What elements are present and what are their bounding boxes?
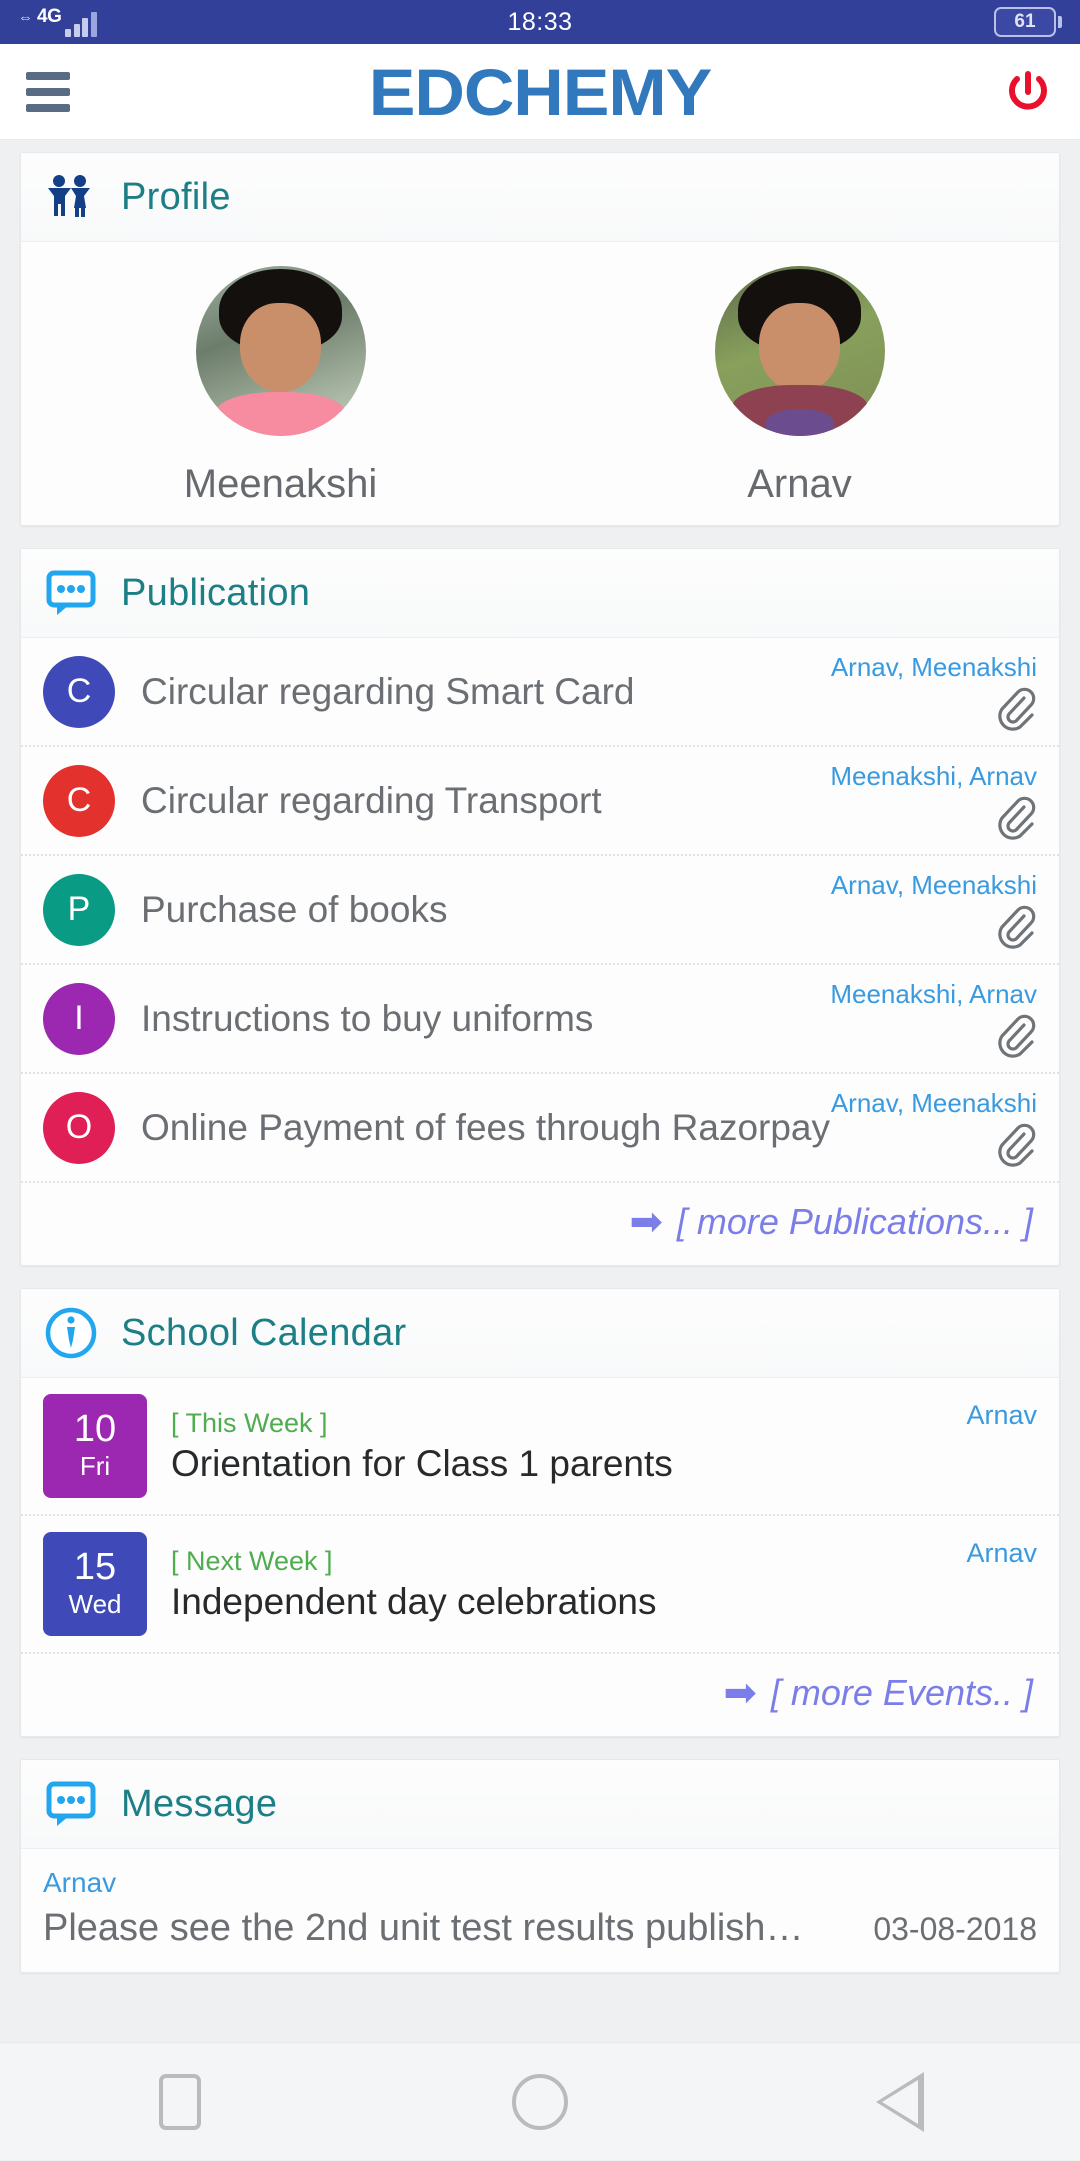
arrow-right-icon: ➡	[723, 1673, 757, 1713]
avatar[interactable]	[715, 266, 885, 436]
calendar-event-info: [ This Week ] Orientation for Class 1 pa…	[171, 1408, 966, 1485]
publication-students: Meenakshi, Arnav	[830, 979, 1037, 1010]
publication-students: Meenakshi, Arnav	[830, 761, 1037, 792]
back-button[interactable]	[840, 2043, 960, 2161]
more-events-label: [ more Events.. ]	[771, 1672, 1033, 1714]
publication-row[interactable]: C Circular regarding Smart Card Arnav, M…	[21, 638, 1059, 747]
android-navigation-bar	[0, 2042, 1080, 2160]
paperclip-icon[interactable]	[991, 903, 1037, 949]
calendar-event-title: Independent day celebrations	[171, 1581, 966, 1623]
publication-title: Circular regarding Transport	[141, 780, 830, 822]
publication-meta: Arnav, Meenakshi	[831, 652, 1037, 731]
message-card-header: Message	[21, 1760, 1059, 1849]
publication-card-header: Publication	[21, 549, 1059, 638]
publication-meta: Arnav, Meenakshi	[831, 870, 1037, 949]
publication-initial-badge: P	[43, 874, 115, 946]
publication-meta: Meenakshi, Arnav	[830, 979, 1037, 1058]
publication-card: Publication C Circular regarding Smart C…	[20, 548, 1060, 1266]
publication-initial-badge: C	[43, 765, 115, 837]
message-line: Please see the 2nd unit test results pub…	[43, 1907, 1037, 1950]
publication-title: Circular regarding Smart Card	[141, 671, 831, 713]
message-text: Please see the 2nd unit test results pub…	[43, 1907, 803, 1950]
publication-meta: Meenakshi, Arnav	[830, 761, 1037, 840]
power-logout-icon[interactable]	[1002, 66, 1054, 118]
publication-row[interactable]: I Instructions to buy uniforms Meenakshi…	[21, 965, 1059, 1074]
calendar-day-of-week: Wed	[69, 1588, 122, 1621]
more-events-row: ➡ [ more Events.. ]	[21, 1654, 1059, 1736]
calendar-week-badge: [ This Week ]	[171, 1408, 966, 1439]
children-group-icon	[43, 169, 99, 225]
paperclip-icon[interactable]	[991, 1121, 1037, 1167]
speech-bubble-icon	[43, 565, 99, 621]
profile-item-arnav[interactable]: Arnav	[540, 266, 1059, 507]
publication-row[interactable]: O Online Payment of fees through Razorpa…	[21, 1074, 1059, 1183]
main-scroll-area[interactable]: Profile Meenakshi Arnav	[0, 140, 1080, 1973]
calendar-event-student: Arnav	[966, 1538, 1037, 1569]
more-publications-label: [ more Publications... ]	[677, 1201, 1033, 1243]
calendar-date-badge: 10 Fri	[43, 1394, 147, 1498]
publication-initial-badge: O	[43, 1092, 115, 1164]
publication-title: Online Payment of fees through Razorpay	[141, 1107, 831, 1149]
circle-icon	[512, 2074, 568, 2130]
arrow-right-icon: ➡	[629, 1202, 663, 1242]
status-clock: 18:33	[0, 8, 1080, 37]
publication-students: Arnav, Meenakshi	[831, 1088, 1037, 1119]
more-events-link[interactable]: ➡ [ more Events.. ]	[723, 1672, 1033, 1714]
profile-card-title: Profile	[121, 176, 231, 219]
calendar-week-badge: [ Next Week ]	[171, 1546, 966, 1577]
message-card: Message Arnav Please see the 2nd unit te…	[20, 1759, 1060, 1973]
publication-students: Arnav, Meenakshi	[831, 870, 1037, 901]
calendar-event-title: Orientation for Class 1 parents	[171, 1443, 966, 1485]
calendar-event-row[interactable]: 10 Fri [ This Week ] Orientation for Cla…	[21, 1378, 1059, 1516]
more-publications-link[interactable]: ➡ [ more Publications... ]	[629, 1201, 1033, 1243]
speech-bubble-icon	[43, 1776, 99, 1832]
calendar-day-number: 10	[74, 1410, 116, 1450]
profile-name: Arnav	[747, 462, 852, 507]
publication-initial-badge: I	[43, 983, 115, 1055]
publication-initial-badge: C	[43, 656, 115, 728]
message-card-title: Message	[121, 1783, 277, 1826]
calendar-day-number: 15	[74, 1548, 116, 1588]
calendar-day-of-week: Fri	[80, 1450, 110, 1483]
home-button[interactable]	[480, 2043, 600, 2161]
publication-students: Arnav, Meenakshi	[831, 652, 1037, 683]
school-calendar-card-header: School Calendar	[21, 1289, 1059, 1378]
publication-title: Instructions to buy uniforms	[141, 998, 830, 1040]
paperclip-icon[interactable]	[991, 685, 1037, 731]
square-icon	[159, 2074, 201, 2130]
profile-item-meenakshi[interactable]: Meenakshi	[21, 266, 540, 507]
profile-name: Meenakshi	[184, 462, 377, 507]
profile-card: Profile Meenakshi Arnav	[20, 152, 1060, 526]
calendar-event-row[interactable]: 15 Wed [ Next Week ] Independent day cel…	[21, 1516, 1059, 1654]
app-header: EDCHEMY	[0, 44, 1080, 140]
message-sender: Arnav	[43, 1867, 1037, 1899]
calendar-event-student: Arnav	[966, 1400, 1037, 1431]
school-calendar-card-title: School Calendar	[121, 1312, 406, 1355]
calendar-event-info: [ Next Week ] Independent day celebratio…	[171, 1546, 966, 1623]
paperclip-icon[interactable]	[991, 1012, 1037, 1058]
more-publications-row: ➡ [ more Publications... ]	[21, 1183, 1059, 1265]
info-circle-icon	[43, 1305, 99, 1361]
avatar[interactable]	[196, 266, 366, 436]
profile-list: Meenakshi Arnav	[21, 242, 1059, 525]
status-bar: ⇔ 4G 18:33 61	[0, 0, 1080, 44]
publication-title: Purchase of books	[141, 889, 831, 931]
paperclip-icon[interactable]	[991, 794, 1037, 840]
publication-card-title: Publication	[121, 572, 310, 615]
profile-card-header: Profile	[21, 153, 1059, 242]
publication-row[interactable]: C Circular regarding Transport Meenakshi…	[21, 747, 1059, 856]
message-row[interactable]: Arnav Please see the 2nd unit test resul…	[21, 1849, 1059, 1972]
school-calendar-card: School Calendar 10 Fri [ This Week ] Ori…	[20, 1288, 1060, 1737]
publication-meta: Arnav, Meenakshi	[831, 1088, 1037, 1167]
message-date: 03-08-2018	[873, 1911, 1037, 1948]
recent-apps-button[interactable]	[120, 2043, 240, 2161]
page-title: EDCHEMY	[0, 54, 1080, 130]
publication-row[interactable]: P Purchase of books Arnav, Meenakshi	[21, 856, 1059, 965]
triangle-back-icon	[876, 2072, 924, 2132]
calendar-date-badge: 15 Wed	[43, 1532, 147, 1636]
